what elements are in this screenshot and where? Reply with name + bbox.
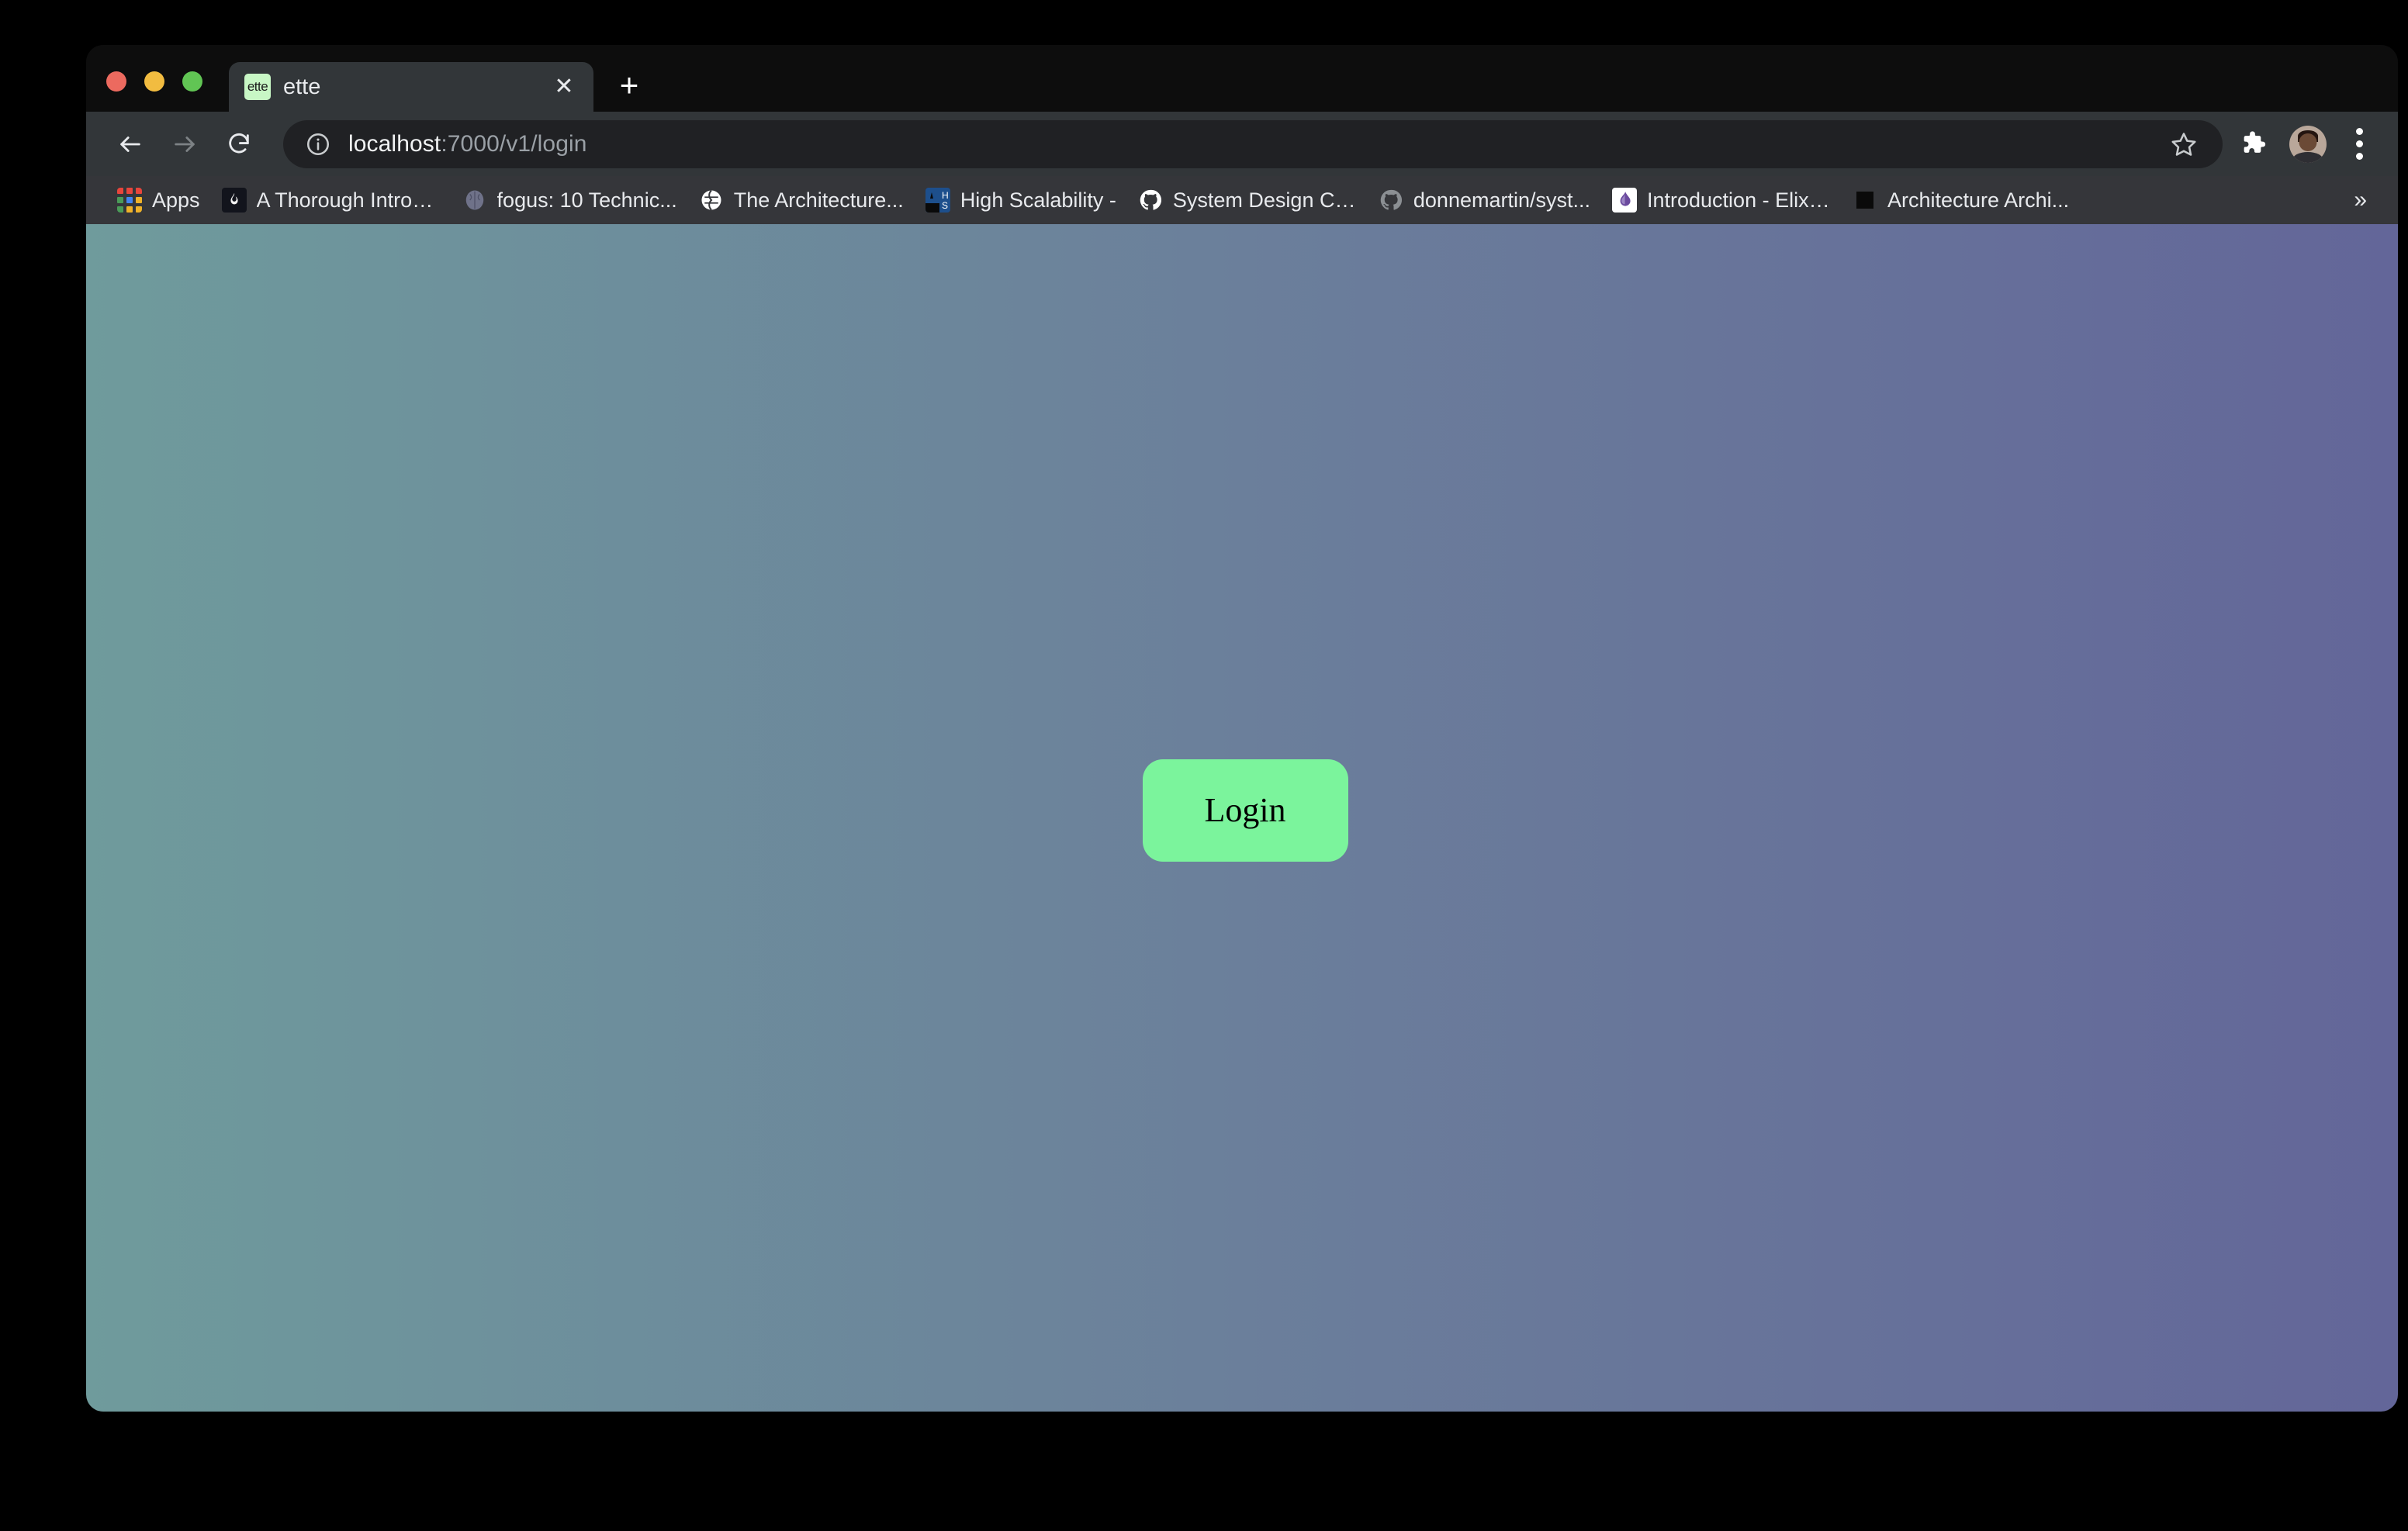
bookmark-item[interactable]: A Thorough Introd... [211,182,452,218]
bookmark-item[interactable]: Architecture Archi... [1842,182,2080,218]
apps-grid-icon [117,188,142,213]
page-viewport: Login [86,224,2398,1412]
black-square-icon [1853,188,1877,213]
bookmark-label: A Thorough Introd... [257,188,441,213]
avatar-body [2292,152,2323,162]
extensions-puzzle-icon[interactable] [2232,122,2277,167]
bookmark-label: The Architecture... [734,188,904,213]
bookmarks-bar: Apps A Thorough Introd... fogus: 10 Tech… [86,176,2398,224]
new-tab-button[interactable]: + [604,60,654,110]
bookmark-label: Architecture Archi... [1887,188,2069,213]
maximize-window-button[interactable] [182,71,202,92]
url-text: localhost:7000/v1/login [348,131,587,157]
github-icon [1138,188,1163,213]
bookmark-label: donnemartin/syst... [1413,188,1590,213]
bookmark-apps[interactable]: Apps [106,182,211,218]
close-tab-icon[interactable]: ✕ [548,71,580,102]
info-circle-icon[interactable] [305,131,331,157]
bookmark-apps-label: Apps [152,188,200,213]
login-button[interactable]: Login [1143,759,1348,862]
svg-text:S: S [942,200,948,211]
hs-icon: H S [925,188,950,213]
menu-dot [2356,128,2363,135]
globe-icon [699,188,724,213]
bookmark-item[interactable]: H S High Scalability - [915,182,1127,218]
bookmark-item[interactable]: The Architecture... [688,182,915,218]
flame-icon [222,188,247,213]
tab-title: ette [283,74,536,100]
three-dot-menu-icon[interactable] [2339,122,2379,167]
elixir-icon [1612,188,1637,213]
url-host: localhost [348,131,441,157]
bookmark-label: High Scalability - [960,188,1116,213]
bookmark-label: System Design Ch... [1173,188,1357,213]
address-bar[interactable]: localhost:7000/v1/login [283,120,2223,168]
avatar-face [2299,133,2316,151]
browser-window: ette ette ✕ + [86,45,2398,1412]
close-window-button[interactable] [106,71,126,92]
tab-strip: ette ette ✕ + [86,45,2398,112]
browser-tab[interactable]: ette ette ✕ [229,62,593,112]
reload-icon[interactable] [215,120,263,168]
bookmark-item[interactable]: fogus: 10 Technic... [452,182,688,218]
url-path: :7000/v1/login [441,131,586,157]
tab-favicon-icon: ette [244,74,271,100]
brain-icon [462,188,487,213]
browser-toolbar: localhost:7000/v1/login [86,112,2398,176]
github-gray-icon [1379,188,1403,213]
svg-text:H: H [942,190,949,201]
bookmarks-overflow-icon[interactable]: » [2340,187,2381,213]
back-arrow-icon[interactable] [106,120,154,168]
profile-avatar[interactable] [2289,126,2327,163]
traffic-lights [106,71,229,112]
bookmark-label: Introduction - Elixi... [1647,188,1831,213]
menu-dot [2356,153,2363,160]
bookmark-star-icon[interactable] [2167,127,2201,161]
tab-favicon-label: ette [247,79,268,95]
menu-dot [2356,140,2363,147]
bookmark-item[interactable]: Introduction - Elixi... [1601,182,1842,218]
bookmark-item[interactable]: donnemartin/syst... [1368,182,1601,218]
minimize-window-button[interactable] [144,71,164,92]
forward-arrow-icon[interactable] [161,120,209,168]
bookmark-label: fogus: 10 Technic... [497,188,677,213]
bookmark-item[interactable]: System Design Ch... [1127,182,1368,218]
